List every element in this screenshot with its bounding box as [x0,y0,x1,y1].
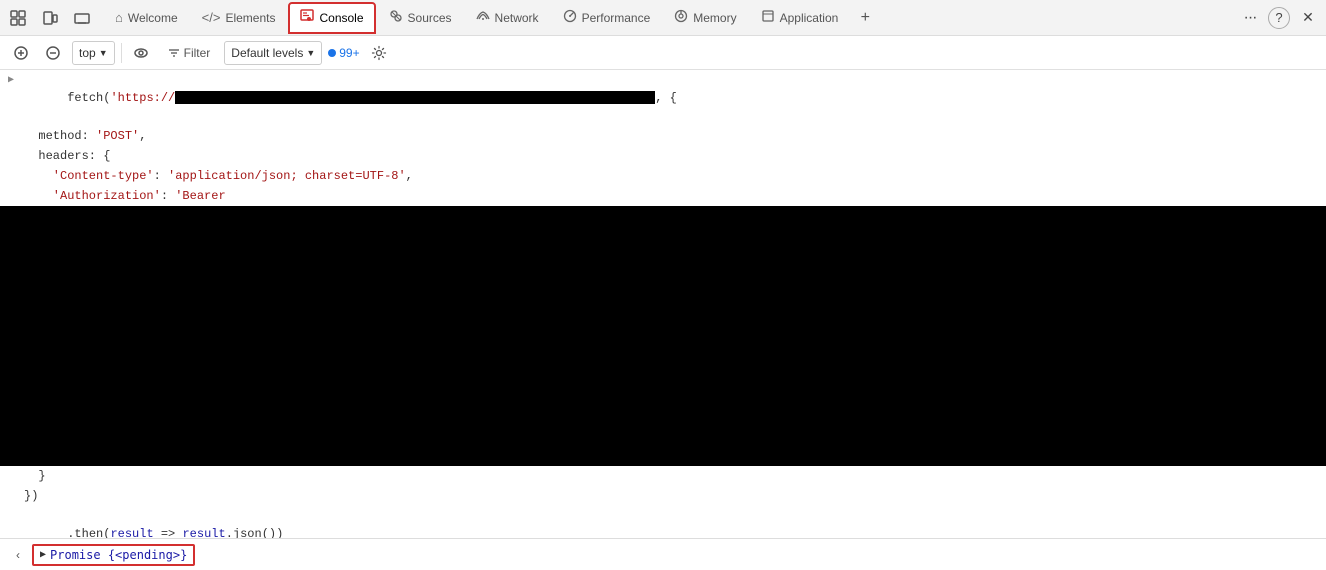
redacted-content-block [0,206,1326,466]
devtools-icon-group [4,4,96,32]
message-count-badge[interactable]: 99+ [328,46,359,60]
filter-label: Filter [184,46,211,60]
console-toolbar: top ▼ Filter Default levels ▼ 99+ [0,36,1326,70]
tab-sources-label: Sources [408,11,452,25]
tab-elements-label: Elements [225,11,275,25]
content-type-line: 'Content-type': 'application/json; chars… [24,167,413,185]
clear-console-btn[interactable] [40,40,66,66]
tab-bar: ⌂ Welcome </> Elements Console Sources N… [0,0,1326,36]
welcome-icon: ⌂ [115,10,123,25]
console-line-close-brace: } [0,466,1326,486]
tab-memory-label: Memory [693,11,736,25]
toolbar-separator [121,43,122,63]
console-line-headers: headers: { [0,146,1326,166]
default-levels-dropdown-icon: ▼ [306,48,315,58]
fetch-keyword: fetch( [67,91,110,105]
add-tab-btn[interactable]: + [851,4,879,32]
close-devtools-btn[interactable]: ✕ [1294,4,1322,32]
more-options-btn[interactable]: ··· [1236,4,1264,32]
console-line-close-paren: }) [0,486,1326,506]
console-bottom-bar: ‹ ▶ Promise {<pending>} [0,538,1326,570]
promise-expand-icon: ▶ [40,549,46,560]
console-output[interactable]: fetch('https:// , { method: 'POST', heade… [0,70,1326,538]
tab-right-controls: ··· ? ✕ [1236,4,1322,32]
promise-result-badge[interactable]: ▶ Promise {<pending>} [32,544,195,566]
tab-performance-label: Performance [582,11,651,25]
console-line-fetch: fetch('https:// , { [0,70,1326,126]
tab-memory[interactable]: Memory [663,2,747,34]
tab-welcome[interactable]: ⌂ Welcome [104,2,189,34]
context-dropdown-icon: ▼ [99,48,108,58]
eye-btn[interactable] [128,40,154,66]
network-icon [476,9,490,26]
tab-elements[interactable]: </> Elements [191,2,287,34]
tab-network[interactable]: Network [465,2,550,34]
fetch-url-prefix: 'https:// [110,91,175,105]
fetch-suffix: , { [655,91,677,105]
sources-icon [389,9,403,26]
inspect-element-btn[interactable] [4,4,32,32]
badge-dot [328,49,336,57]
application-icon [761,9,775,26]
close-brace: } [24,467,46,485]
tab-console-label: Console [319,11,363,25]
tab-application-label: Application [780,11,839,25]
promise-label: Promise {<pending>} [50,548,187,562]
badge-count: 99+ [339,46,359,60]
console-line-content-type: 'Content-type': 'application/json; chars… [0,166,1326,186]
console-icon [300,9,314,26]
headers-line: headers: { [24,147,110,165]
memory-icon [674,9,688,26]
help-btn[interactable]: ? [1268,7,1290,29]
console-line-auth: 'Authorization': 'Bearer [0,186,1326,206]
console-line-method: method: 'POST', [0,126,1326,146]
responsive-btn[interactable] [68,4,96,32]
context-label: top [79,46,96,60]
tab-console[interactable]: Console [288,2,375,34]
auth-line: 'Authorization': 'Bearer [24,187,226,205]
default-levels-selector[interactable]: Default levels ▼ [224,41,322,65]
tab-welcome-label: Welcome [128,11,178,25]
default-levels-label: Default levels [231,46,303,60]
filter-btn[interactable]: Filter [160,41,219,65]
elements-icon: </> [202,10,221,25]
device-toolbar-btn[interactable] [36,4,64,32]
performance-icon [563,9,577,26]
close-paren: }) [24,487,38,505]
method-line: method: 'POST', [24,127,146,145]
bottom-back-btn[interactable]: ‹ [8,545,28,565]
console-line-then1: .then(result => result.json()) [0,506,1326,538]
new-message-btn[interactable] [8,40,34,66]
console-settings-btn[interactable] [366,40,392,66]
tab-sources[interactable]: Sources [378,2,463,34]
tab-performance[interactable]: Performance [552,2,662,34]
fetch-url-redacted [175,91,655,104]
tab-application[interactable]: Application [750,2,850,34]
tab-network-label: Network [495,11,539,25]
then1-line: .then(result => result.json()) [24,507,283,538]
context-selector[interactable]: top ▼ [72,41,115,65]
